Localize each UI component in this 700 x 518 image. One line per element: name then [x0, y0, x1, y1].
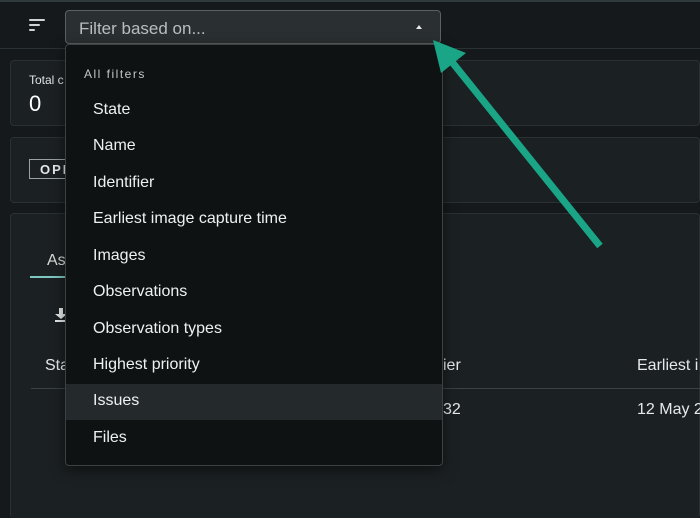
- menu-item-label: State: [93, 101, 131, 118]
- filter-placeholder: Filter based on...: [79, 19, 206, 38]
- menu-item-label: Images: [93, 247, 146, 264]
- menu-item-images[interactable]: Images: [66, 239, 442, 275]
- app-page: Filter based on... Total c 0 OPE As Sta …: [0, 0, 700, 518]
- menu-item-earliest-image-capture-time[interactable]: Earliest image capture time: [66, 202, 442, 238]
- total-count-label: Total c: [29, 73, 64, 87]
- menu-item-label: Files: [93, 429, 127, 446]
- menu-item-name[interactable]: Name: [66, 129, 442, 165]
- menu-item-label: Observation types: [93, 320, 222, 337]
- cell-earliest: 12 May 2: [637, 401, 700, 418]
- sort-lines-icon[interactable]: [29, 19, 45, 31]
- menu-item-highest-priority[interactable]: Highest priority: [66, 348, 442, 384]
- dropdown-heading: All filters: [84, 67, 146, 81]
- filter-select[interactable]: Filter based on...: [65, 10, 441, 44]
- menu-item-observations[interactable]: Observations: [66, 275, 442, 311]
- menu-item-label: Name: [93, 137, 136, 154]
- caret-up-icon: [416, 25, 422, 29]
- menu-item-observation-types[interactable]: Observation types: [66, 312, 442, 348]
- menu-item-label: Issues: [93, 392, 140, 409]
- filter-dropdown-menu: All filters State Name Identifier Earlie…: [65, 44, 443, 466]
- menu-item-label: Highest priority: [93, 356, 200, 373]
- tab-assets[interactable]: As: [47, 252, 66, 270]
- menu-item-issues[interactable]: Issues: [66, 384, 442, 420]
- total-count-value: 0: [29, 91, 42, 116]
- menu-item-files[interactable]: Files: [66, 421, 442, 457]
- column-header-earliest[interactable]: Earliest i: [637, 357, 698, 375]
- menu-item-state[interactable]: State: [66, 93, 442, 129]
- menu-item-label: Earliest image capture time: [93, 210, 287, 227]
- menu-item-identifier[interactable]: Identifier: [66, 166, 442, 202]
- top-toolbar: Filter based on...: [0, 2, 700, 49]
- cell-identifier: 32: [443, 401, 461, 418]
- menu-item-label: Identifier: [93, 174, 155, 191]
- menu-item-label: Observations: [93, 283, 188, 300]
